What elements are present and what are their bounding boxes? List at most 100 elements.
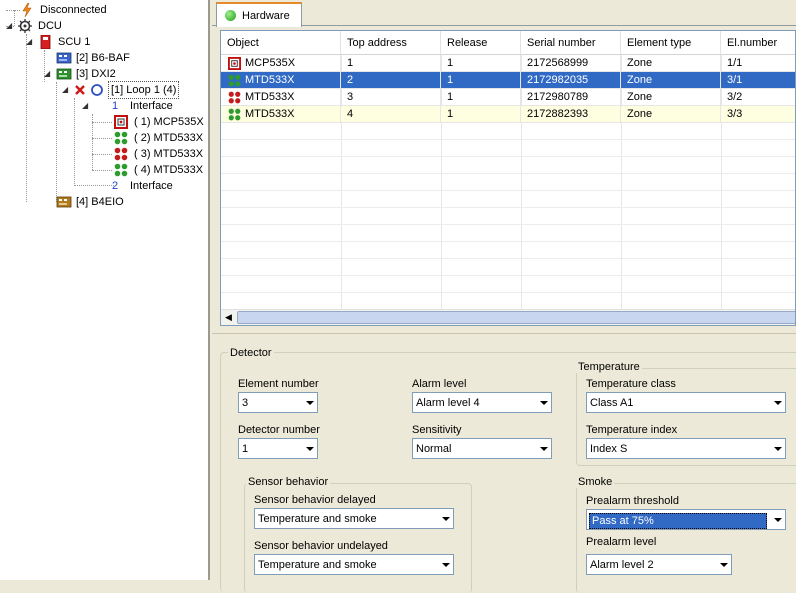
tree-item-scu1[interactable]: SCU 1 (38, 34, 92, 50)
tree-item-label: ( 2) MTD533X (134, 132, 204, 144)
temperature-class-label: Temperature class (586, 378, 676, 390)
tab-label: Hardware (242, 9, 290, 22)
scrollbar-thumb[interactable] (237, 311, 795, 324)
prealarm-level-label: Prealarm level (586, 536, 657, 548)
sensor-behavior-delayed-value: Temperature and smoke (258, 513, 377, 525)
collapse-toggle-icon[interactable]: ◢ (62, 85, 68, 94)
detector-green-icon (114, 131, 128, 145)
prealarm-threshold-value: Pass at 75% (589, 513, 767, 529)
temperature-class-select[interactable]: Class A1 (586, 392, 786, 413)
lightning-icon (20, 2, 34, 18)
detector-green-icon (228, 74, 241, 90)
detector-green-icon (228, 108, 241, 124)
cell-el-number: 1/1 (721, 55, 795, 72)
tree-item-label: ( 3) MTD533X (134, 148, 204, 160)
column-header-release[interactable]: Release (441, 31, 521, 55)
tree-item-interface-2[interactable]: 2 Interface (112, 178, 175, 194)
temperature-class-value: Class A1 (590, 397, 634, 409)
chevron-down-icon[interactable] (306, 447, 314, 451)
column-header-serial-number[interactable]: Serial number (521, 31, 621, 55)
tree-item-label: Disconnected (40, 4, 107, 16)
sensitivity-value: Normal (416, 443, 452, 455)
cell-element-type: Zone (621, 72, 721, 89)
cell-element-type: Zone (621, 106, 721, 123)
temperature-index-label: Temperature index (586, 424, 678, 436)
tree-item-disconnected[interactable]: Disconnected (20, 2, 109, 18)
panel-device-icon (38, 34, 52, 50)
detector-number-value: 1 (242, 443, 249, 455)
collapse-toggle-icon[interactable]: ◢ (44, 69, 50, 78)
table-row[interactable]: MTD533X 2 1 2172982035 Zone 3/1 (221, 72, 795, 90)
chevron-down-icon[interactable] (442, 563, 450, 567)
sensor-behavior-undelayed-value: Temperature and smoke (258, 559, 377, 571)
cell-serial-number: 2172568999 (521, 55, 621, 72)
table-row[interactable]: MCP535X 1 1 2172568999 Zone 1/1 (221, 55, 795, 73)
column-header-element-type[interactable]: Element type (621, 31, 721, 55)
chevron-down-icon[interactable] (540, 401, 548, 405)
sensitivity-select[interactable]: Normal (412, 438, 552, 459)
hardware-grid[interactable]: Object Top address Release Serial number… (220, 30, 796, 326)
table-row[interactable]: MTD533X 4 1 2172882393 Zone 3/3 (221, 106, 795, 124)
chevron-down-icon[interactable] (540, 447, 548, 451)
tree-item-dcu[interactable]: DCU (18, 18, 64, 34)
gear-icon (18, 19, 32, 33)
collapse-toggle-icon[interactable]: ◢ (6, 21, 12, 30)
cell-el-number: 3/2 (721, 89, 795, 106)
cell-el-number: 3/1 (721, 72, 795, 89)
chevron-down-icon[interactable] (774, 518, 782, 522)
prealarm-level-select[interactable]: Alarm level 2 (586, 554, 732, 575)
collapse-toggle-icon[interactable]: ◢ (82, 101, 88, 110)
tree-item-label: [2] B6-BAF (76, 52, 130, 64)
cell-serial-number: 2172882393 (521, 106, 621, 123)
alarm-level-select[interactable]: Alarm level 4 (412, 392, 552, 413)
collapse-toggle-icon[interactable]: ◢ (26, 37, 32, 46)
prealarm-threshold-select[interactable]: Pass at 75% (586, 509, 786, 530)
cell-top-address: 1 (341, 55, 441, 72)
column-header-object[interactable]: Object (221, 31, 341, 55)
element-number-select[interactable]: 3 (238, 392, 318, 413)
table-row[interactable]: MTD533X 3 1 2172980789 Zone 3/2 (221, 89, 795, 106)
element-number-value: 3 (242, 397, 249, 409)
temperature-index-select[interactable]: Index S (586, 438, 786, 459)
chevron-down-icon[interactable] (306, 401, 314, 405)
tree-item-interface-1[interactable]: 1 Interface (112, 98, 175, 114)
cell-release: 1 (441, 106, 521, 123)
tree-item-b4eio[interactable]: [4] B4EIO (56, 194, 126, 210)
column-header-top-address[interactable]: Top address (341, 31, 441, 55)
horizontal-scrollbar[interactable]: ◀ (221, 309, 795, 325)
properties-panel: Hardware Object Top address Release Seri… (212, 0, 796, 593)
tree-item-b6-baf[interactable]: [2] B6-BAF (56, 50, 132, 66)
tree-item-label: [1] Loop 1 (4) (108, 81, 180, 99)
sensor-behavior-undelayed-select[interactable]: Temperature and smoke (254, 554, 454, 575)
cell-serial-number: 2172982035 (521, 72, 621, 89)
tree-item-device-1[interactable]: ( 1) MCP535X (114, 114, 206, 130)
detector-number-select[interactable]: 1 (238, 438, 318, 459)
chevron-down-icon[interactable] (442, 517, 450, 521)
detector-green-icon (114, 163, 128, 177)
tree-item-dxi2[interactable]: [3] DXI2 (56, 66, 118, 82)
call-point-icon (228, 57, 241, 73)
sensor-behavior-title: Sensor behavior (246, 476, 331, 488)
cell-element-type: Zone (621, 55, 721, 72)
tree-item-device-3[interactable]: ( 3) MTD533X (114, 146, 205, 162)
column-header-el-number[interactable]: El.number (721, 31, 795, 55)
chevron-down-icon[interactable] (774, 447, 782, 451)
sensor-behavior-delayed-select[interactable]: Temperature and smoke (254, 508, 454, 529)
prealarm-level-value: Alarm level 2 (590, 559, 654, 571)
tree-item-label: ( 4) MTD533X (134, 164, 204, 176)
tree-item-device-2[interactable]: ( 2) MTD533X (114, 130, 205, 146)
tree-item-loop1[interactable]: [1] Loop 1 (4) (74, 81, 180, 99)
tree-item-device-4[interactable]: ( 4) MTD533X (114, 162, 205, 178)
cell-release: 1 (441, 72, 521, 89)
chevron-down-icon[interactable] (720, 563, 728, 567)
cell-el-number: 3/3 (721, 106, 795, 123)
hardware-tree[interactable]: Disconnected ◢ DCU ◢ SCU 1 [2] B6-BAF ◢ … (0, 0, 210, 580)
tab-hardware[interactable]: Hardware (216, 2, 302, 27)
tree-item-label: Interface (130, 180, 173, 192)
detector-group-title: Detector (228, 347, 274, 359)
cell-top-address: 2 (341, 72, 441, 89)
cell-element-type: Zone (621, 89, 721, 106)
chevron-down-icon[interactable] (774, 401, 782, 405)
panel-splitter[interactable] (212, 333, 796, 338)
scroll-left-icon[interactable]: ◀ (225, 312, 232, 323)
